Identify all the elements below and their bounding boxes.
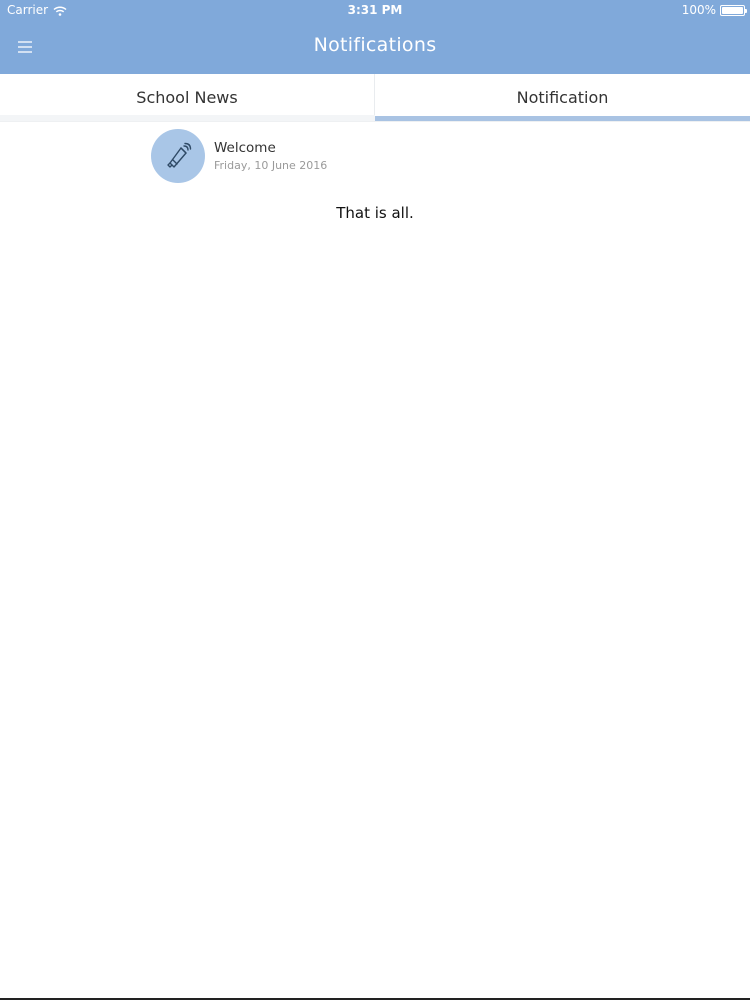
tab-selected-indicator [375, 116, 750, 121]
status-time: 3:31 PM [347, 3, 403, 17]
battery-percent: 100% [681, 3, 716, 17]
megaphone-icon [167, 142, 192, 168]
tab-notification[interactable]: Notification [375, 74, 750, 122]
battery-icon [720, 4, 747, 16]
notification-item[interactable]: Welcome Friday, 10 June 2016 [151, 128, 451, 184]
header-bar: Carrier 3:31 PM 100% Notifications [0, 0, 750, 74]
page-title: Notifications [313, 34, 437, 56]
tab-notification-label: Notification [516, 88, 609, 107]
notification-avatar [151, 129, 205, 183]
status-bar: Carrier 3:31 PM 100% [0, 0, 750, 20]
tab-divider [0, 115, 375, 121]
status-right: 100% [681, 3, 747, 17]
app-root: Carrier 3:31 PM 100% Notifications Schoo… [0, 0, 750, 1000]
notification-text: Welcome Friday, 10 June 2016 [214, 140, 327, 172]
notification-date: Friday, 10 June 2016 [214, 159, 328, 172]
notification-title: Welcome [214, 140, 276, 156]
end-of-list-text: That is all. [336, 204, 414, 222]
tab-school-news-label: School News [136, 88, 238, 107]
